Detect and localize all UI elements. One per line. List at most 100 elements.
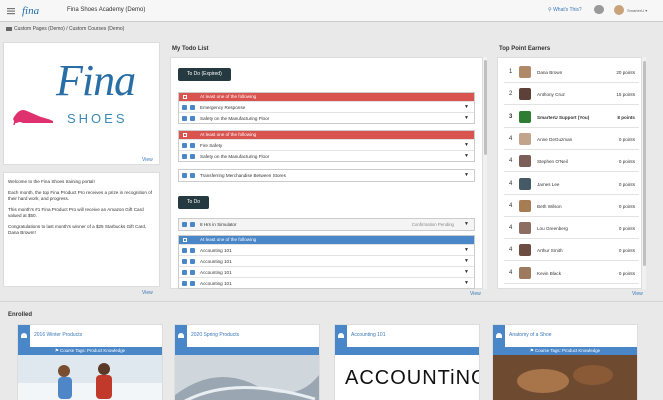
todo-item[interactable]: 8 Hrs in Simulator Confirmation Pending ▼ <box>179 219 474 230</box>
menu-icon[interactable] <box>6 6 16 16</box>
course-title[interactable]: Accounting 101 <box>351 332 385 338</box>
caret-down-icon[interactable]: ▼ <box>464 278 469 289</box>
todo-title: My Todo List <box>172 46 209 52</box>
todo-item[interactable]: Fire Safety ▼ <box>179 139 474 150</box>
checkbox-icon[interactable] <box>183 133 187 137</box>
whats-this-link[interactable]: ⚲ What's This? <box>548 7 582 13</box>
checkbox-icon[interactable] <box>182 270 187 275</box>
course-tags: ⚑ Course Tags: Product Knowledge <box>493 347 637 355</box>
caret-down-icon[interactable]: ▼ <box>464 219 469 230</box>
earner-points: 0 points <box>618 248 635 254</box>
caret-down-icon[interactable]: ▼ <box>464 170 469 181</box>
home-icon[interactable] <box>6 26 12 31</box>
course-card[interactable]: 2016 Winter Products ⚑ Course Tags: Prod… <box>17 324 163 400</box>
divider <box>0 301 663 302</box>
checkbox-icon[interactable] <box>182 116 187 121</box>
app-logo[interactable]: fina​ <box>22 2 58 20</box>
todo-expired-label: To Do (Expired) <box>178 68 231 81</box>
earner-rank: 4 <box>509 225 513 232</box>
welcome-text: Welcome to the Fina Shoes training porta… <box>8 179 95 184</box>
earners-view-link[interactable]: View <box>632 291 643 297</box>
checkbox-icon[interactable] <box>183 238 187 242</box>
avatar <box>519 199 531 212</box>
course-image <box>175 355 319 400</box>
earner-rank: 4 <box>509 202 513 209</box>
welcome-text: This month's #1 Fina Product Pro will re… <box>8 206 144 219</box>
course-title[interactable]: 2016 Winter Products <box>34 332 82 338</box>
checkbox-icon[interactable] <box>182 173 187 178</box>
course-tags: ⚑ Course Tags: Product Knowledge <box>18 347 162 355</box>
welcome-card: Welcome to the Fina Shoes training porta… <box>3 172 160 287</box>
todo-single: Transferring Merchandise Between Stores ▼ <box>178 169 475 182</box>
course-icon <box>493 325 505 347</box>
course-image: ACCOUNTiNG <box>335 355 479 400</box>
earner-rank: 4 <box>509 135 513 142</box>
course-tags <box>175 347 319 355</box>
checkbox-icon[interactable] <box>182 281 187 286</box>
checkbox-icon[interactable] <box>183 95 187 99</box>
earner-name: Anne DeGuzman <box>537 136 573 142</box>
breadcrumb-text[interactable]: Custom Pages (Demo) / Custom Courses (De… <box>14 26 124 32</box>
todo-item[interactable]: Safety on the Manufacturing Floor ▼ <box>179 150 474 161</box>
earner-points: 0 points <box>618 181 635 187</box>
earner-name: SmarterU Support (You) <box>537 114 590 120</box>
course-icon <box>18 325 30 347</box>
todo-item[interactable]: Safety on the Manufacturing Floor ▼ <box>179 112 474 123</box>
earner-name: Anthony Cruz <box>537 92 565 98</box>
course-title[interactable]: Anatomy of a Shoe <box>509 332 552 338</box>
welcome-view-link[interactable]: View <box>142 290 153 296</box>
earner-rank: 4 <box>509 180 513 187</box>
course-icon <box>190 173 195 178</box>
earner-points: 0 points <box>618 270 635 276</box>
earner-name: Kevin Black <box>537 270 562 276</box>
status-badge: Confirmation Pending <box>411 222 454 227</box>
todo-view-link[interactable]: View <box>470 291 481 297</box>
course-icon <box>175 325 187 347</box>
course-title[interactable]: 2020 Spring Products <box>191 332 239 338</box>
checkbox-icon[interactable] <box>182 143 187 148</box>
todo-scrollbar[interactable] <box>482 57 487 289</box>
earner-points: 0 points <box>618 159 635 165</box>
earners-scrollbar[interactable] <box>641 57 646 289</box>
course-icon <box>190 154 195 159</box>
caret-down-icon[interactable]: ▼ <box>464 113 469 124</box>
earner-row: 4 Kevin Black 0 points <box>504 264 639 284</box>
earner-rank: 4 <box>509 247 513 254</box>
checkbox-icon[interactable] <box>182 105 187 110</box>
earner-rank: 3 <box>509 113 513 120</box>
course-card[interactable]: Accounting 101 ACCOUNTiNG <box>334 324 480 400</box>
course-card[interactable]: 2020 Spring Products <box>174 324 320 400</box>
avatar <box>519 266 531 279</box>
earner-points: 8 points <box>617 114 635 120</box>
caret-down-icon[interactable]: ▼ <box>464 151 469 162</box>
checkbox-icon[interactable] <box>182 259 187 264</box>
checkbox-icon[interactable] <box>182 248 187 253</box>
todo-item[interactable]: Emergency Response ▼ <box>179 101 474 112</box>
earner-row: 4 Arthur Smith 0 points <box>504 241 639 262</box>
user-menu[interactable]: SmarterU ▾ <box>627 8 647 13</box>
todo-label: To Do <box>178 196 210 209</box>
group-header[interactable]: At least one of the following <box>179 236 474 244</box>
group-header[interactable]: At least one of the following <box>179 93 474 101</box>
earner-name: Arthur Smith <box>537 248 563 254</box>
clock-icon <box>182 222 187 227</box>
course-icon <box>190 248 195 253</box>
todo-task: 8 Hrs in Simulator Confirmation Pending ▼ <box>178 218 475 231</box>
group-header[interactable]: At least one of the following <box>179 131 474 139</box>
course-card[interactable]: Anatomy of a Shoe ⚑ Course Tags: Product… <box>492 324 638 400</box>
course-icon <box>190 105 195 110</box>
avatar <box>519 155 531 168</box>
avatar[interactable] <box>614 5 624 15</box>
scrollbar-thumb[interactable] <box>484 60 487 155</box>
todo-item[interactable]: Accounting 101 ▼ <box>179 255 474 266</box>
todo-item[interactable]: Accounting 101 ▼ <box>179 244 474 255</box>
checkbox-icon[interactable] <box>182 154 187 159</box>
scrollbar-thumb[interactable] <box>643 61 646 266</box>
todo-item[interactable]: Transferring Merchandise Between Stores ▼ <box>179 170 474 181</box>
todo-item[interactable]: Accounting 101 ▼ <box>179 266 474 277</box>
todo-item[interactable]: Accounting 101 ▼ <box>179 277 474 288</box>
earner-name: Stephen O'Neil <box>537 159 568 165</box>
avatar <box>519 244 531 257</box>
chat-icon[interactable] <box>594 5 604 14</box>
brand-view-link[interactable]: View <box>142 157 153 163</box>
